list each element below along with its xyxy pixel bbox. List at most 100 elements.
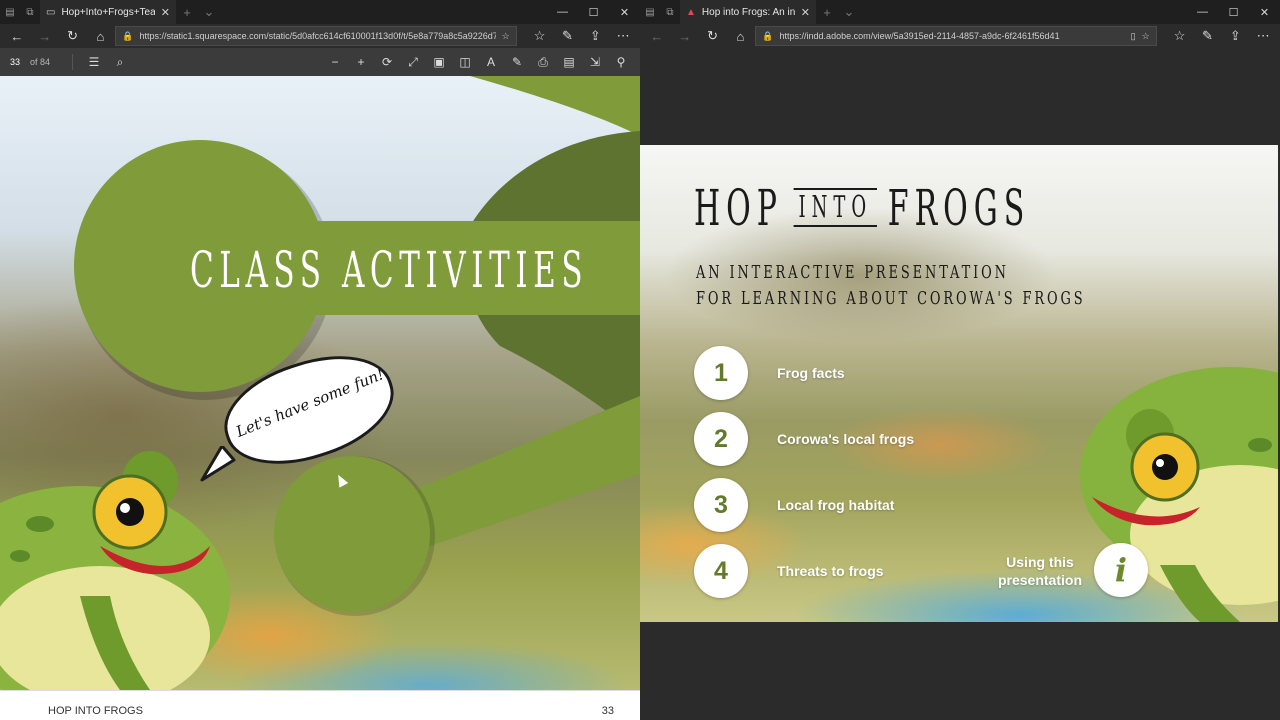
close-icon[interactable]: ✕ xyxy=(161,6,170,19)
tab-title: Hop+Into+Frogs+Teach xyxy=(61,6,155,18)
info-button[interactable]: i xyxy=(1094,543,1148,597)
menu-number[interactable]: 3 xyxy=(694,478,748,532)
menu-label[interactable]: Local frog habitat xyxy=(777,497,894,513)
menu-number[interactable]: 1 xyxy=(694,346,748,400)
favorites-icon[interactable]: ☆ xyxy=(527,24,553,48)
title-hop: HOP xyxy=(694,179,783,237)
page-total: of 84 xyxy=(30,57,51,67)
url-text: https://indd.adobe.com/view/5a3915ed-211… xyxy=(779,31,1060,41)
menu-label[interactable]: Corowa's local frogs xyxy=(777,431,914,447)
using-line-2: presentation xyxy=(997,572,1082,588)
menu-number[interactable]: 4 xyxy=(694,544,748,598)
menu-label[interactable]: Frog facts xyxy=(777,365,845,381)
title-frogs: FROGS xyxy=(887,179,1031,237)
tab-list-icon[interactable]: ⌄ xyxy=(838,4,860,20)
minimize-icon[interactable]: — xyxy=(547,0,578,24)
favorites-icon[interactable]: ☆ xyxy=(1167,24,1193,48)
using-presentation-label[interactable]: Using this presentation xyxy=(980,553,1100,589)
share-icon[interactable]: ⇪ xyxy=(1222,24,1248,48)
divider xyxy=(72,54,73,70)
using-line-1: Using this xyxy=(1006,554,1074,570)
lock-icon: 🔒 xyxy=(762,30,774,41)
page-number-input[interactable]: 33 xyxy=(6,57,24,67)
tab-actions-icon[interactable]: ▤ xyxy=(640,0,660,24)
star-icon[interactable]: ☆ xyxy=(502,31,510,42)
contents-icon[interactable]: ☰ xyxy=(81,55,107,69)
url-field[interactable]: 🔒 https://static1.squarespace.com/static… xyxy=(115,26,517,46)
back-icon[interactable]: ← xyxy=(4,24,30,48)
address-bar-row: ← → ↻ ⌂ 🔒 https://static1.squarespace.co… xyxy=(0,24,640,48)
draw-icon[interactable]: ✎ xyxy=(504,55,530,69)
pen-icon[interactable]: ✎ xyxy=(1195,24,1221,48)
close-icon[interactable]: ✕ xyxy=(1249,0,1280,24)
save-icon[interactable]: ▤ xyxy=(556,55,582,69)
url-field[interactable]: 🔒 https://indd.adobe.com/view/5a3915ed-2… xyxy=(755,26,1157,46)
slide-subtitle: AN INTERACTIVE PRESENTATION FOR LEARNING… xyxy=(696,260,1086,312)
read-aloud-icon[interactable]: A xyxy=(478,55,504,69)
footer-title: HOP INTO FROGS xyxy=(48,705,143,717)
pdf-toolbar: 33 of 84 ☰ ⌕ − + ⟳ ⤢ ▣ ◫ A ✎ ⎙ ▤ ⇲ ⚲ xyxy=(0,48,640,76)
fit-icon[interactable]: ⤢ xyxy=(400,55,426,70)
star-icon[interactable]: ☆ xyxy=(1142,31,1150,42)
back-icon[interactable]: ← xyxy=(644,24,670,48)
forward-icon[interactable]: → xyxy=(672,24,698,48)
maximize-icon[interactable]: ☐ xyxy=(578,0,609,24)
frog-illustration xyxy=(0,451,230,690)
right-browser-window: ▤ ⧉ ▲ Hop into Frogs: An inte ✕ + ⌄ — ☐ … xyxy=(640,0,1280,720)
menu-number[interactable]: 2 xyxy=(694,412,748,466)
tab-adobe[interactable]: ▲ Hop into Frogs: An inte ✕ xyxy=(680,0,816,24)
zoom-in-icon[interactable]: + xyxy=(348,55,374,69)
menu-item-threats[interactable]: 4 Threats to frogs xyxy=(694,544,884,598)
forward-icon[interactable]: → xyxy=(32,24,58,48)
more-icon[interactable]: ⋯ xyxy=(1250,24,1276,48)
new-tab-icon[interactable]: + xyxy=(176,5,198,20)
home-icon[interactable]: ⌂ xyxy=(87,24,113,48)
close-icon[interactable]: ✕ xyxy=(801,6,810,19)
save-as-icon[interactable]: ⇲ xyxy=(582,55,608,69)
window-controls: — ☐ ✕ xyxy=(1187,0,1280,24)
left-browser-window: ▤ ⧉ ▭ Hop+Into+Frogs+Teach ✕ + ⌄ — ☐ ✕ ←… xyxy=(0,0,640,720)
subtitle-line-1: AN INTERACTIVE PRESENTATION xyxy=(696,262,1009,283)
minimize-icon[interactable]: — xyxy=(1187,0,1218,24)
new-tab-icon[interactable]: + xyxy=(816,5,838,20)
presentation-slide: HOP INTO FROGS AN INTERACTIVE PRESENTATION… xyxy=(640,145,1278,622)
tab-list-icon[interactable]: ⌄ xyxy=(198,4,220,20)
menu-label[interactable]: Threats to frogs xyxy=(777,563,884,579)
search-icon[interactable]: ⌕ xyxy=(107,55,133,70)
page-heading: CLASS ACTIVITIES xyxy=(190,241,589,299)
tab-strip: ▤ ⧉ ▲ Hop into Frogs: An inte ✕ + ⌄ — ☐ … xyxy=(640,0,1280,24)
two-page-icon[interactable]: ◫ xyxy=(452,55,478,69)
pdf-page: CLASS ACTIVITIES Let's have some fun! xyxy=(0,76,640,690)
page-footer: HOP INTO FROGS 33 xyxy=(0,690,640,720)
refresh-icon[interactable]: ↻ xyxy=(60,24,86,48)
share-icon[interactable]: ⇪ xyxy=(582,24,608,48)
tab-preview-icon[interactable]: ⧉ xyxy=(660,0,680,24)
menu-item-habitat[interactable]: 3 Local frog habitat xyxy=(694,478,894,532)
maximize-icon[interactable]: ☐ xyxy=(1218,0,1249,24)
more-icon[interactable]: ⋯ xyxy=(610,24,636,48)
footer-page-number: 33 xyxy=(601,705,614,717)
tab-title: Hop into Frogs: An inte xyxy=(701,6,795,18)
menu-item-local-frogs[interactable]: 2 Corowa's local frogs xyxy=(694,412,914,466)
speech-bubble-tail xyxy=(200,446,236,482)
window-controls: — ☐ ✕ xyxy=(547,0,640,24)
page-icon: ▭ xyxy=(46,6,56,18)
zoom-out-icon[interactable]: − xyxy=(322,55,348,69)
close-icon[interactable]: ✕ xyxy=(609,0,640,24)
tab-preview-icon[interactable]: ⧉ xyxy=(20,0,40,24)
pen-icon[interactable]: ✎ xyxy=(555,24,581,48)
print-icon[interactable]: ⎙ xyxy=(530,55,556,70)
tab-strip: ▤ ⧉ ▭ Hop+Into+Frogs+Teach ✕ + ⌄ — ☐ ✕ xyxy=(0,0,640,24)
reader-view-icon[interactable]: ▯ xyxy=(1131,31,1136,42)
adobe-icon: ▲ xyxy=(686,6,696,18)
tab-actions-icon[interactable]: ▤ xyxy=(0,0,20,24)
home-icon[interactable]: ⌂ xyxy=(727,24,753,48)
tab-pdf[interactable]: ▭ Hop+Into+Frogs+Teach ✕ xyxy=(40,0,176,24)
page-view-icon[interactable]: ▣ xyxy=(426,55,452,69)
subtitle-line-2: FOR LEARNING ABOUT COROWA'S FROGS xyxy=(696,288,1086,309)
rotate-icon[interactable]: ⟳ xyxy=(374,55,400,69)
menu-item-frog-facts[interactable]: 1 Frog facts xyxy=(694,346,845,400)
refresh-icon[interactable]: ↻ xyxy=(700,24,726,48)
pin-icon[interactable]: ⚲ xyxy=(608,55,634,69)
address-bar-row: ← → ↻ ⌂ 🔒 https://indd.adobe.com/view/5a… xyxy=(640,24,1280,48)
